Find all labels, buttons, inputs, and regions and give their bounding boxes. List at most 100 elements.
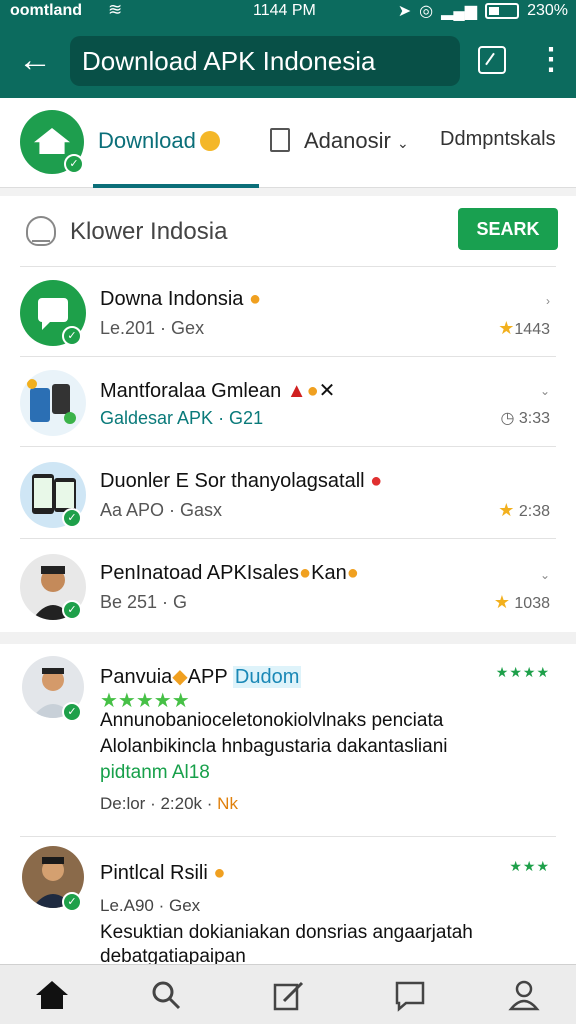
review-text-line: Annunobanioceletonokiolvlnaks penciata: [100, 710, 444, 731]
divider: [20, 356, 556, 357]
review-rating: ★★★: [509, 858, 550, 874]
item-rating: ◷ 3:33: [500, 408, 550, 428]
item-title-text: Duonler E Sor thanyolagsatall: [100, 470, 365, 492]
review-meta: De:lor · 2:20k · Nk: [100, 794, 238, 814]
item-title: Downa Indonsia ●: [100, 288, 261, 311]
status-right: ➤ ◎ ▂▄▆ 230%: [398, 1, 568, 21]
item-rating: ★1443: [498, 318, 550, 339]
item-rating: ★ 2:38: [498, 500, 550, 521]
review-meta: Le.A90 · Gex: [100, 896, 201, 915]
app-title-field[interactable]: Download APK Indonesia: [70, 36, 460, 86]
section-gap: [0, 632, 576, 644]
star-icon: ★: [498, 500, 515, 520]
review-text-line: pidtanm Al18: [100, 762, 210, 783]
item-subtitle: Galdesar APK · G21: [100, 408, 264, 428]
item-title-extra: Kan: [311, 562, 347, 584]
tab-adanosir-label: Adanosir: [304, 128, 391, 153]
house-icon: [34, 128, 70, 154]
item-title-text: Mantforalaa Gmlean: [100, 380, 282, 402]
wifi-icon: ≋: [108, 0, 123, 19]
verified-badge-icon: ✓: [62, 600, 82, 620]
battery-level: 230%: [527, 2, 568, 19]
review-card[interactable]: ✓ Panvuia◆APP Dudom ★★★★ ★★★★★ Annunoban…: [10, 644, 566, 834]
emoji-icon: ●: [299, 562, 312, 584]
carrier-label: oomtland: [10, 2, 82, 19]
verified-badge-icon: ✓: [62, 326, 82, 346]
divider: [20, 266, 556, 267]
chevron-down-icon: ⌄: [396, 135, 409, 151]
chevron-icon: ›: [546, 294, 550, 308]
list-item[interactable]: ✓ Duonler E Sor thanyolagsatall ● Aa APO…: [0, 456, 576, 546]
chevron-icon: ⌄: [539, 384, 550, 398]
divider: [20, 446, 556, 447]
emoji-icon: ◆: [172, 666, 188, 688]
tab-bar: ✓ Download Adanosir ⌄ Ddmpntskals: [0, 98, 576, 188]
person-search-icon: [26, 216, 56, 246]
item-title: PenInatoad APKIsales●Kan●: [100, 562, 359, 585]
home-icon[interactable]: [34, 977, 70, 1013]
item-rating-value: 3:33: [518, 410, 550, 427]
item-title-text: Downa Indonsia: [100, 288, 244, 310]
review-author-name: Panvuia: [100, 666, 173, 688]
divider: [20, 538, 556, 539]
app-logo: ✓: [20, 110, 84, 174]
more-vert-icon[interactable]: ⋮: [536, 40, 566, 80]
review-author-name: Pintlcal Rsili: [100, 862, 208, 884]
tab-download-label: Download: [98, 128, 196, 153]
search-button[interactable]: SEARK: [458, 208, 558, 250]
tab-download[interactable]: Download: [98, 128, 220, 158]
clock: 1144 PM: [253, 2, 316, 19]
smile-emoji-icon: ●: [249, 288, 262, 310]
bottom-nav: [0, 964, 576, 1024]
review-meta-text: De:lor · 2:20k ·: [100, 794, 213, 813]
review-card[interactable]: ✓ Pintlcal Rsili ● ★★★ Le.A90 · Gex Kesu…: [10, 838, 566, 964]
review-text-line: debatgatiapaipan: [100, 946, 246, 964]
battery-icon: [485, 3, 520, 19]
share-icon[interactable]: [478, 46, 506, 74]
chat-icon[interactable]: [392, 977, 428, 1013]
signal-icon: ▂▄▆: [441, 3, 478, 20]
item-title: Duonler E Sor thanyolagsatall ●: [100, 470, 382, 493]
review-author: Panvuia◆APP Dudom: [100, 664, 302, 689]
smile-emoji-icon: ●: [213, 862, 226, 884]
list-item[interactable]: Mantforalaa Gmlean ▲●✕ Galdesar APK · G2…: [0, 364, 576, 454]
emoji-icon: ●: [370, 470, 383, 492]
verified-badge-icon: ✓: [62, 702, 82, 722]
search-row: Klower Indosia SEARK: [0, 196, 576, 266]
item-rating-value: 1443: [514, 321, 550, 338]
warning-icon: ▲: [286, 380, 307, 402]
verified-badge-icon: ✓: [62, 892, 82, 912]
edit-icon[interactable]: [270, 977, 306, 1013]
item-title-text: PenInatoad APKIsales: [100, 562, 300, 584]
item-rating: ★ 1038: [494, 592, 550, 613]
star-icon: ★: [493, 592, 510, 612]
tab-third[interactable]: Ddmpntskals: [440, 128, 556, 158]
search-input[interactable]: Klower Indosia: [70, 218, 227, 246]
document-icon: [270, 128, 290, 152]
top-bar: oomtland ≋ 1144 PM ➤ ◎ ▂▄▆ 230% ← Downlo…: [0, 0, 576, 98]
clock-icon: ◷: [500, 410, 515, 427]
smile-emoji-icon: ●: [306, 380, 319, 402]
active-tab-indicator: [93, 184, 259, 188]
content-panel: Klower Indosia SEARK ✓ Downa Indonsia ● …: [0, 196, 576, 964]
review-author: Pintlcal Rsili ●: [100, 862, 225, 885]
item-rating-value: 2:38: [518, 503, 550, 520]
list-item[interactable]: ✓ PenInatoad APKIsales●Kan● Be 251 · G ⌄…: [0, 548, 576, 638]
review-app: APP: [187, 666, 228, 688]
profile-icon[interactable]: [506, 977, 542, 1013]
list-item[interactable]: ✓ Downa Indonsia ● Le.201 · Gex › ★1443: [0, 274, 576, 364]
alarm-icon: ◎: [419, 3, 434, 20]
screen: oomtland ≋ 1144 PM ➤ ◎ ▂▄▆ 230% ← Downlo…: [0, 0, 576, 1024]
back-arrow-icon[interactable]: ←: [18, 40, 58, 80]
review-rating: ★★★★: [495, 664, 550, 680]
review-meta-highlight: Nk: [217, 794, 238, 813]
star-icon: ★: [498, 318, 515, 338]
status-bar: oomtland ≋ 1144 PM ➤ ◎ ▂▄▆ 230%: [0, 0, 576, 24]
item-subtitle: Aa APO · Gasx: [100, 500, 223, 520]
smile-emoji-icon: ●: [346, 562, 359, 584]
location-icon: ➤: [397, 3, 412, 20]
tab-adanosir[interactable]: Adanosir ⌄: [304, 128, 409, 158]
search-icon[interactable]: [148, 977, 184, 1013]
verified-badge-icon: ✓: [62, 508, 82, 528]
review-tag: Dudom: [232, 666, 302, 688]
